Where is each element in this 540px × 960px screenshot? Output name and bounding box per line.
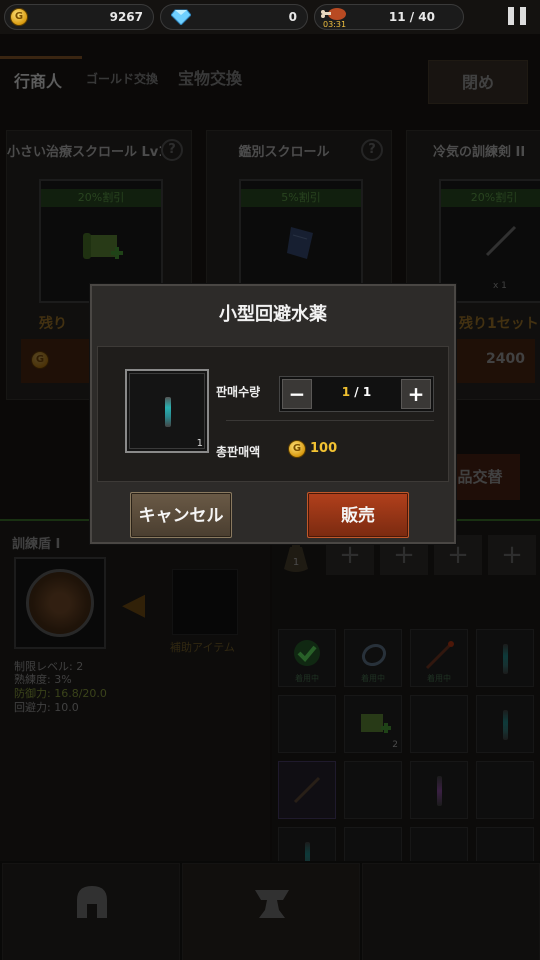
gem-counter[interactable]: 0 — [160, 4, 308, 30]
pause-icon — [508, 7, 514, 25]
sell-dialog: 小型回避水薬 1 판매수량 − 1 / 1 + 총판매액 100 キャンセル 販… — [90, 284, 456, 544]
stamina-counter[interactable]: 03:31 11 / 40 — [314, 4, 464, 30]
item-count: 1 — [196, 438, 203, 449]
item-preview: 1 — [125, 369, 209, 453]
stamina-timer: 03:31 — [323, 20, 347, 29]
decrease-button[interactable]: − — [282, 379, 312, 409]
gold-value: 9267 — [109, 10, 143, 24]
total-value: 100 — [310, 441, 338, 456]
total-label: 총판매액 — [216, 445, 261, 459]
gem-value: 0 — [288, 10, 297, 24]
quantity-label: 판매수량 — [216, 385, 261, 399]
quantity-stepper: − 1 / 1 + — [279, 376, 434, 412]
gold-coin-icon — [288, 440, 306, 458]
potion-icon — [165, 397, 171, 427]
gold-counter[interactable]: 9267 — [4, 4, 154, 30]
divider — [226, 420, 434, 421]
top-bar: 9267 0 03:31 11 / 40 — [0, 0, 540, 34]
dialog-title: 小型回避水薬 — [219, 304, 327, 325]
quantity-value: 1 / 1 — [341, 385, 372, 399]
sell-button[interactable]: 販売 — [307, 492, 409, 538]
pause-button[interactable] — [508, 7, 526, 25]
dialog-body: 1 판매수량 − 1 / 1 + 총판매액 100 — [97, 346, 449, 482]
increase-button[interactable]: + — [401, 379, 431, 409]
meat-icon — [321, 8, 346, 20]
gold-coin-icon — [10, 8, 28, 26]
stamina-value: 11 / 40 — [388, 10, 435, 24]
cancel-button[interactable]: キャンセル — [130, 492, 232, 538]
diamond-icon — [171, 9, 191, 25]
